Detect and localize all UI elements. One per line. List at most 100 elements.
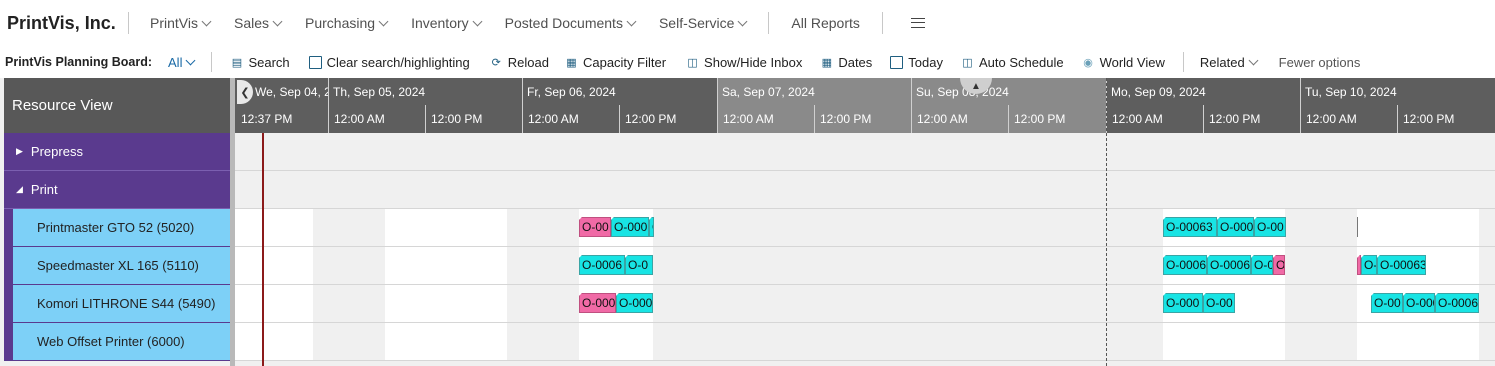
resource-label: Printmaster GTO 52 (5020) bbox=[13, 209, 230, 246]
chevron-down-icon bbox=[201, 16, 212, 26]
hour-label: 12:00 PM bbox=[625, 112, 677, 126]
hour-label: 12:00 PM bbox=[820, 112, 872, 126]
hour-divider bbox=[1397, 105, 1398, 133]
reload-icon: ⟳ bbox=[491, 56, 501, 69]
action-divider bbox=[211, 52, 213, 72]
hour-divider bbox=[1008, 105, 1009, 133]
clear-search-button[interactable]: Clear search/highlighting bbox=[308, 55, 470, 70]
job-bar[interactable]: O- bbox=[1361, 255, 1377, 275]
working-time-block bbox=[1357, 209, 1479, 361]
timeline-header: We, Sep 04, 2024 Th, Sep 05, 2024 Fr, Se… bbox=[235, 78, 1495, 133]
job-bar[interactable]: O-00063 bbox=[1163, 217, 1217, 237]
hour-label: 12:00 PM bbox=[1014, 112, 1066, 126]
capacity-filter-button[interactable]: ▦ Capacity Filter bbox=[565, 55, 666, 70]
company-name[interactable]: PrintVis, Inc. bbox=[0, 13, 128, 34]
day-label: Mo, Sep 09, 2024 bbox=[1111, 84, 1206, 99]
row-divider bbox=[235, 208, 1495, 209]
nav-divider bbox=[881, 12, 883, 34]
resource-label: Komori LITHRONE S44 (5490) bbox=[13, 285, 230, 322]
job-bar[interactable]: O bbox=[649, 217, 654, 237]
job-bar[interactable]: O-00 bbox=[1254, 217, 1286, 237]
action-bar: PrintVis Planning Board: All ▤ Search Cle… bbox=[0, 46, 1495, 78]
nav-posted-documents[interactable]: Posted Documents bbox=[505, 15, 637, 31]
group-prepress[interactable]: ▶ Prepress bbox=[4, 133, 230, 171]
job-bar[interactable]: O-000 bbox=[579, 293, 616, 313]
chevron-down-icon bbox=[626, 16, 637, 26]
hour-divider bbox=[619, 105, 620, 133]
search-button[interactable]: ▤ Search bbox=[230, 55, 290, 70]
timeline-body: O-00 O-000 O O-00063 O-000 O-00 O-0006 O… bbox=[235, 133, 1495, 366]
related-dropdown[interactable]: Related bbox=[1200, 55, 1259, 70]
job-bar[interactable]: O-000 bbox=[1163, 293, 1203, 313]
nav-self-service[interactable]: Self-Service bbox=[659, 15, 748, 31]
job-bar[interactable]: O-00063 bbox=[1377, 255, 1426, 275]
calendar-icon: ▦ bbox=[821, 56, 833, 69]
eye-icon: ◉ bbox=[1083, 56, 1093, 69]
job-bar[interactable]: O bbox=[1273, 255, 1285, 275]
day-label: Su, Sep 08, 2024 bbox=[916, 84, 1009, 99]
group-print[interactable]: ◢ Print bbox=[4, 171, 230, 209]
hour-label: 12:00 AM bbox=[528, 112, 579, 126]
day-label: Th, Sep 05, 2024 bbox=[333, 84, 426, 99]
chevron-down-icon bbox=[272, 16, 283, 26]
hour-label: 12:00 AM bbox=[1112, 112, 1163, 126]
day-label: We, Sep 04, 2024 bbox=[255, 84, 328, 99]
fewer-options-button[interactable]: Fewer options bbox=[1279, 55, 1361, 70]
collapse-triangle-icon: ◢ bbox=[16, 184, 23, 194]
resource-list: ▶ Prepress ◢ Print Printmaster GTO 52 (502… bbox=[4, 133, 230, 366]
job-bar[interactable]: O-0006 bbox=[1163, 255, 1207, 275]
action-divider bbox=[1182, 52, 1184, 72]
top-navigation: PrintVis, Inc. PrintVis Sales Purchasing… bbox=[0, 0, 1495, 46]
job-bar[interactable]: O-000 bbox=[1217, 217, 1254, 237]
resource-row[interactable]: Printmaster GTO 52 (5020) bbox=[4, 209, 230, 247]
job-bar[interactable]: O-0 bbox=[1251, 255, 1273, 275]
hour-label: 12:00 AM bbox=[334, 112, 385, 126]
job-bar[interactable]: O-00 bbox=[579, 217, 611, 237]
nav-sales[interactable]: Sales bbox=[234, 15, 283, 31]
hour-label: 12:00 PM bbox=[1209, 112, 1261, 126]
job-bar[interactable]: O-0006 bbox=[1207, 255, 1251, 275]
job-bar[interactable]: O-0 bbox=[625, 255, 653, 275]
resource-view-header: Resource View bbox=[4, 78, 230, 133]
resource-label: Web Offset Printer (6000) bbox=[13, 323, 230, 360]
timeline: We, Sep 04, 2024 Th, Sep 05, 2024 Fr, Se… bbox=[235, 78, 1495, 366]
world-view-button[interactable]: ◉ World View bbox=[1082, 55, 1165, 70]
job-bar[interactable]: O-0006 bbox=[1435, 293, 1479, 313]
nav-all-reports[interactable]: All Reports bbox=[791, 15, 859, 31]
auto-schedule-button[interactable]: ◫ Auto Schedule bbox=[961, 55, 1063, 70]
day-label: Fr, Sep 06, 2024 bbox=[527, 84, 616, 99]
today-button[interactable]: Today bbox=[890, 55, 943, 70]
job-bar[interactable]: O-000 bbox=[1403, 293, 1435, 313]
row-divider bbox=[235, 360, 1495, 361]
hour-divider bbox=[1203, 105, 1204, 133]
inbox-icon: ◫ bbox=[687, 56, 698, 69]
search-icon: ▤ bbox=[231, 56, 243, 69]
row-divider bbox=[235, 170, 1495, 171]
resource-row[interactable]: Web Offset Printer (6000) bbox=[4, 323, 230, 361]
resource-row[interactable]: Komori LITHRONE S44 (5490) bbox=[4, 285, 230, 323]
hour-label: 12:37 PM bbox=[241, 112, 293, 126]
job-bar[interactable]: O-000 bbox=[611, 217, 649, 237]
job-bar[interactable]: O-00 bbox=[1371, 293, 1403, 313]
job-bar[interactable]: O-00 bbox=[1203, 293, 1235, 313]
nav-purchasing[interactable]: Purchasing bbox=[305, 15, 389, 31]
chevron-down-icon bbox=[186, 55, 196, 65]
expand-triangle-icon: ▶ bbox=[16, 146, 23, 156]
clear-icon bbox=[308, 55, 322, 69]
resource-row[interactable]: Speedmaster XL 165 (5110) bbox=[4, 247, 230, 285]
view-filter-dropdown[interactable]: All bbox=[168, 55, 196, 70]
planning-board: Resource View ▶ Prepress ◢ Print Printmast… bbox=[0, 78, 1495, 366]
chevron-down-icon bbox=[1248, 55, 1259, 65]
reload-button[interactable]: ⟳ Reload bbox=[490, 55, 549, 70]
show-hide-inbox-button[interactable]: ◫ Show/Hide Inbox bbox=[686, 55, 802, 70]
nav-inventory[interactable]: Inventory bbox=[411, 15, 483, 31]
nav-printvis[interactable]: PrintVis bbox=[150, 15, 212, 31]
dates-button[interactable]: ▦ Dates bbox=[820, 55, 873, 70]
job-bar[interactable]: O-000 bbox=[616, 293, 653, 313]
hamburger-icon[interactable] bbox=[910, 18, 925, 28]
day-label: Tu, Sep 10, 2024 bbox=[1305, 84, 1397, 99]
filter-icon: ▦ bbox=[566, 56, 577, 69]
time-marker bbox=[1357, 217, 1358, 237]
job-bar[interactable] bbox=[1357, 255, 1361, 275]
job-bar[interactable]: O-0006 bbox=[579, 255, 625, 275]
